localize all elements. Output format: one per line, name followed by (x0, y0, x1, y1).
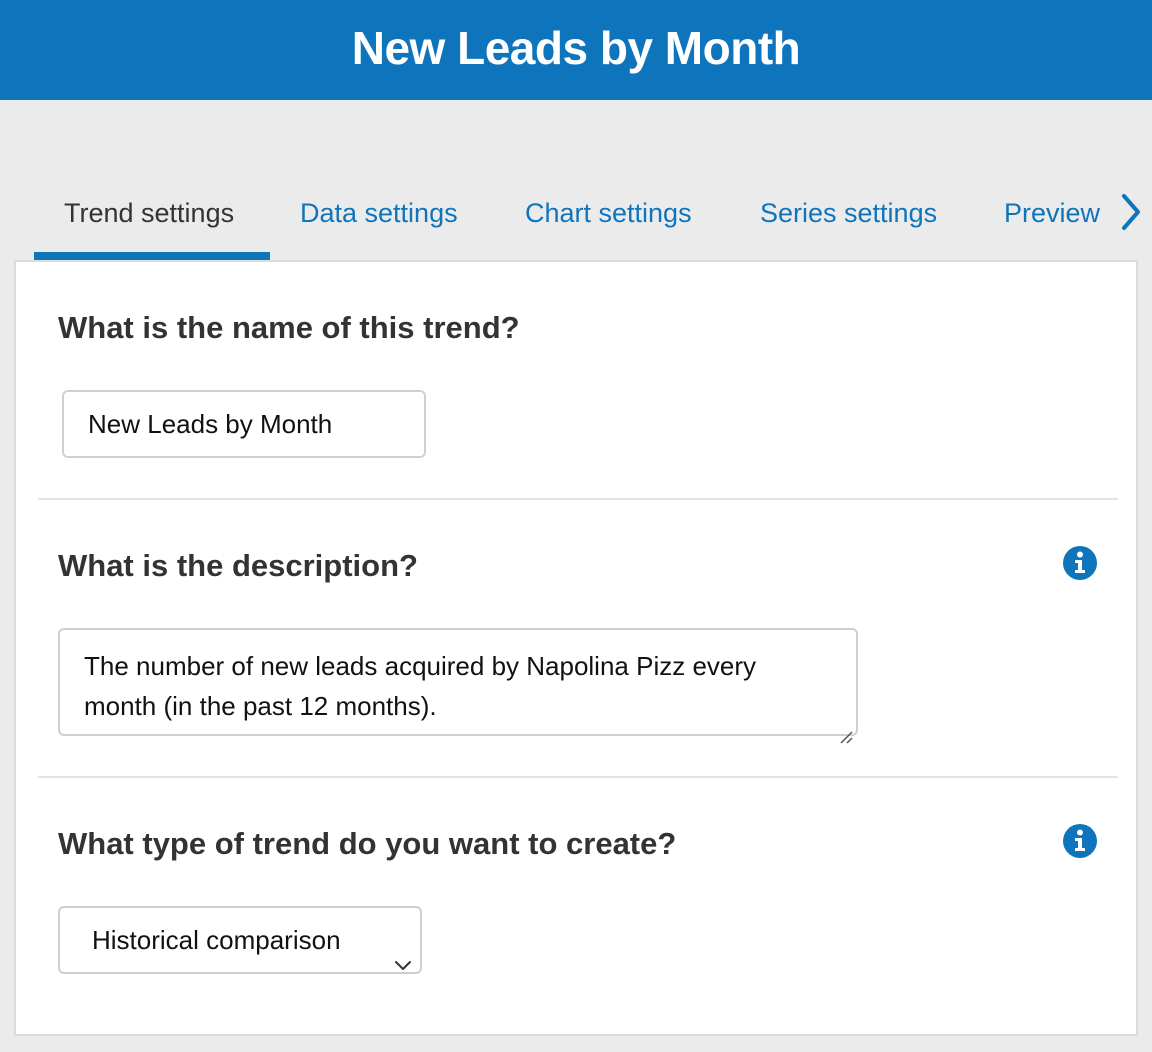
page-header: New Leads by Month (0, 0, 1152, 100)
chevron-right-icon[interactable] (1116, 192, 1146, 232)
active-tab-indicator (34, 252, 270, 260)
trend-settings-panel: What is the name of this trend? New Lead… (14, 260, 1138, 1036)
chevron-down-icon (394, 932, 412, 970)
trend-type-select[interactable]: Historical comparison (58, 906, 422, 974)
type-section-heading: What type of trend do you want to create… (58, 826, 677, 861)
description-section-heading: What is the description? (58, 548, 418, 583)
tab-data-settings[interactable]: Data settings (300, 180, 458, 260)
page-title: New Leads by Month (351, 22, 801, 74)
resize-handle-icon[interactable] (838, 716, 854, 744)
section-divider (38, 776, 1118, 778)
info-icon[interactable] (1062, 823, 1098, 859)
section-divider (38, 498, 1118, 500)
tab-series-settings[interactable]: Series settings (760, 180, 937, 260)
trend-name-input[interactable]: New Leads by Month (62, 390, 426, 458)
tab-preview[interactable]: Preview (1004, 180, 1100, 260)
description-text: The number of new leads acquired by Napo… (84, 651, 757, 721)
tab-trend-settings[interactable]: Trend settings (64, 180, 234, 260)
tab-chart-settings[interactable]: Chart settings (525, 180, 692, 260)
trend-type-selected-value: Historical comparison (92, 925, 341, 955)
info-icon[interactable] (1062, 545, 1098, 581)
tab-bar: Trend settings Data settings Chart setti… (0, 180, 1152, 262)
name-section-heading: What is the name of this trend? (58, 310, 520, 345)
description-textarea[interactable]: The number of new leads acquired by Napo… (58, 628, 858, 744)
